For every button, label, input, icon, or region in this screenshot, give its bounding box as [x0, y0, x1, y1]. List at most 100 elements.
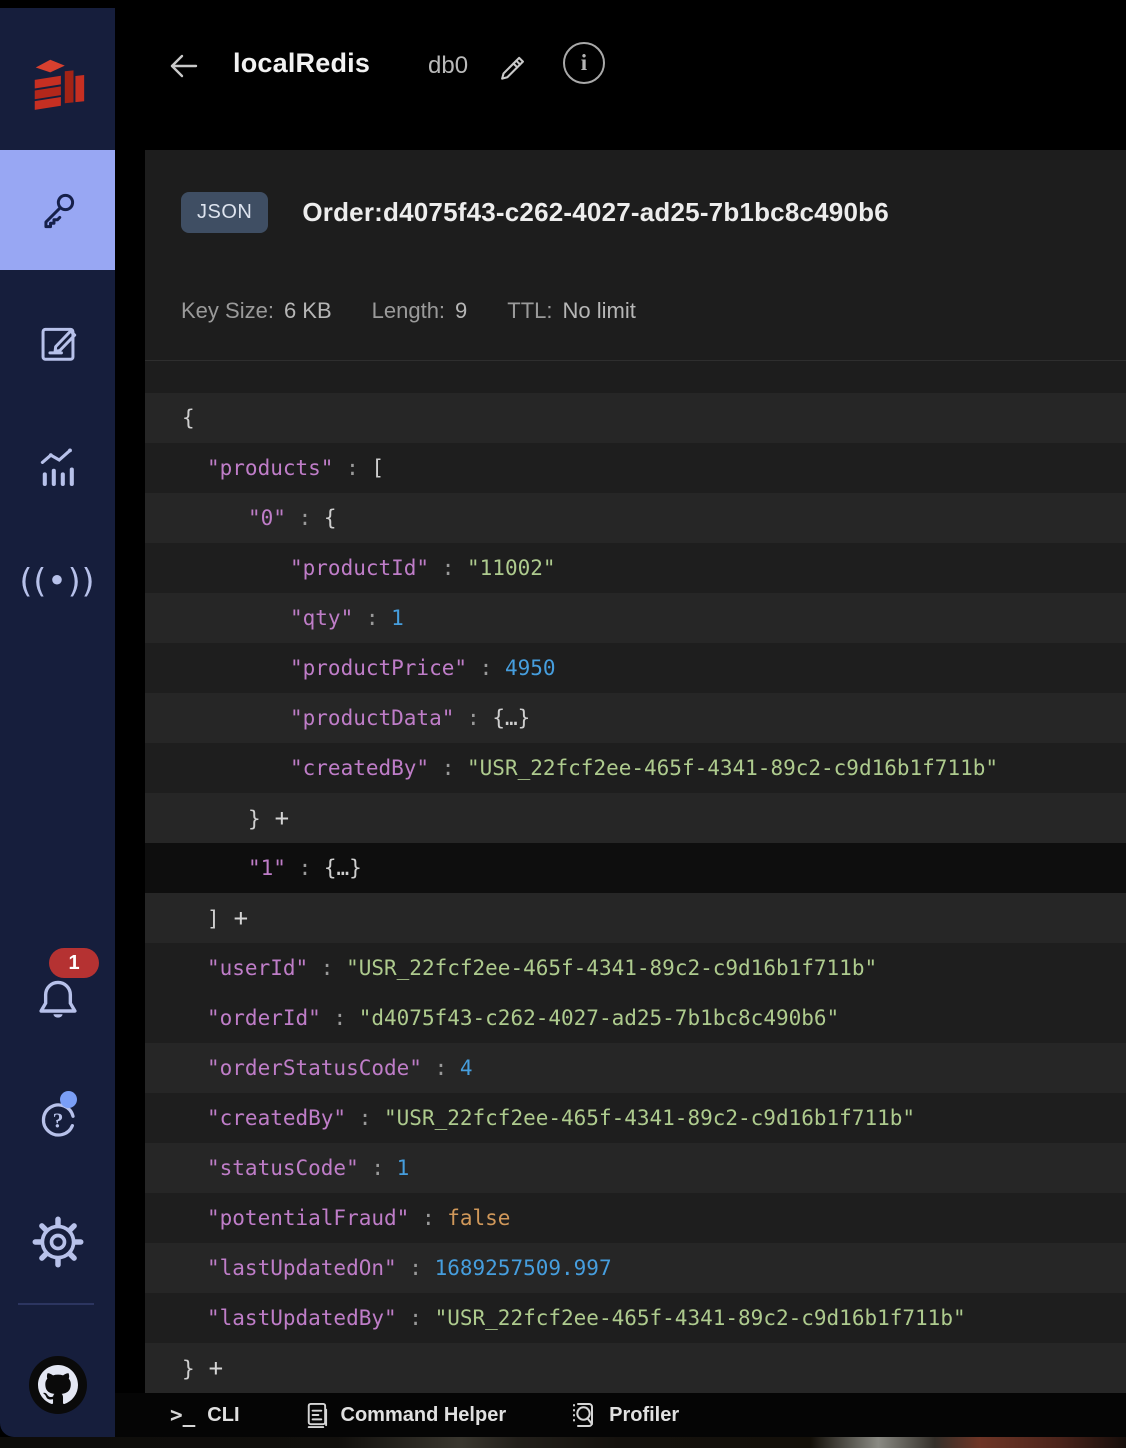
- json-value[interactable]: {…}: [492, 706, 530, 730]
- json-row[interactable]: "statusCode" : 1: [145, 1143, 1126, 1193]
- json-value[interactable]: "USR_22fcf2ee-465f-4341-89c2-c9d16b1f711…: [467, 756, 998, 780]
- profiler-label: Profiler: [609, 1403, 680, 1426]
- json-colon: :: [421, 1056, 460, 1080]
- json-row[interactable]: "potentialFraud" : false: [145, 1193, 1126, 1243]
- sidebar-item-help[interactable]: ?: [0, 1078, 115, 1162]
- key-size-label: Key Size:: [181, 298, 274, 323]
- json-row[interactable]: "createdBy" : "USR_22fcf2ee-465f-4341-89…: [145, 1093, 1126, 1143]
- sidebar-item-settings[interactable]: [0, 1200, 115, 1284]
- document-icon: [307, 1402, 327, 1428]
- json-colon: :: [409, 1206, 448, 1230]
- json-row[interactable]: "products" : [: [145, 443, 1126, 493]
- length-value: 9: [455, 298, 468, 323]
- cli-button[interactable]: >_ CLI: [170, 1403, 240, 1427]
- json-colon: :: [346, 1106, 385, 1130]
- json-value[interactable]: [: [371, 456, 384, 480]
- sidebar-item-pubsub[interactable]: ((•)): [0, 540, 115, 620]
- json-key: "createdBy": [207, 1106, 347, 1130]
- json-value[interactable]: "USR_22fcf2ee-465f-4341-89c2-c9d16b1f711…: [384, 1106, 915, 1130]
- profiler-icon: [573, 1403, 594, 1427]
- desktop-background-sliver: [0, 1437, 1126, 1448]
- json-value[interactable]: ]: [207, 907, 220, 931]
- json-value[interactable]: 1: [397, 1156, 410, 1180]
- json-value[interactable]: {: [324, 506, 337, 530]
- json-value[interactable]: "USR_22fcf2ee-465f-4341-89c2-c9d16b1f711…: [346, 956, 877, 980]
- json-colon: :: [285, 856, 324, 880]
- add-field-button[interactable]: +: [234, 904, 248, 932]
- json-value[interactable]: false: [447, 1206, 510, 1230]
- back-button[interactable]: [159, 42, 207, 90]
- command-helper-button[interactable]: Command Helper: [302, 1401, 507, 1430]
- json-key: "userId": [207, 956, 309, 980]
- panel-divider: [145, 360, 1126, 361]
- json-value[interactable]: {: [182, 406, 195, 430]
- json-key: "lastUpdatedOn": [207, 1256, 397, 1280]
- json-key: "orderStatusCode": [207, 1056, 422, 1080]
- svg-text:?: ?: [52, 1109, 63, 1133]
- cli-icon: >_: [170, 1403, 196, 1427]
- json-value[interactable]: "d4075f43-c262-4027-ad25-7b1bc8c490b6": [359, 1006, 839, 1030]
- github-icon: [28, 1356, 87, 1414]
- ttl-value[interactable]: No limit: [563, 298, 636, 324]
- json-value[interactable]: 1689257509.997: [435, 1256, 612, 1280]
- json-row[interactable]: "qty" : 1: [145, 593, 1126, 643]
- json-value[interactable]: }: [248, 807, 261, 831]
- json-key: "potentialFraud": [207, 1206, 410, 1230]
- json-value[interactable]: {…}: [324, 856, 362, 880]
- json-row[interactable]: ] +: [145, 893, 1126, 943]
- ttl-label: TTL:: [507, 298, 553, 323]
- json-row[interactable]: "orderId" : "d4075f43-c262-4027-ad25-7b1…: [145, 993, 1126, 1043]
- json-row[interactable]: "productPrice" : 4950: [145, 643, 1126, 693]
- json-row[interactable]: "0" : {: [145, 493, 1126, 543]
- workbench-icon: [41, 327, 76, 361]
- pubsub-icon: ((•)): [19, 560, 96, 600]
- key-type-badge: JSON: [181, 192, 269, 233]
- key-name[interactable]: Order:d4075f43-c262-4027-ad25-7b1bc8c490…: [302, 197, 889, 228]
- json-row[interactable]: {: [145, 393, 1126, 443]
- json-key: "productPrice": [290, 656, 468, 680]
- sidebar-item-analytics[interactable]: [0, 424, 115, 508]
- json-row[interactable]: "productId" : "11002": [145, 543, 1126, 593]
- json-colon: :: [353, 606, 392, 630]
- sidebar-item-workbench[interactable]: [0, 300, 115, 384]
- json-row[interactable]: "orderStatusCode" : 4: [145, 1043, 1126, 1093]
- sidebar-item-github[interactable]: [0, 1348, 115, 1422]
- json-value[interactable]: 4950: [505, 656, 556, 680]
- header: localRedis db0 i: [115, 0, 1126, 150]
- json-row[interactable]: "userId" : "USR_22fcf2ee-465f-4341-89c2-…: [145, 943, 1126, 993]
- analytics-icon: [40, 448, 74, 487]
- json-row[interactable]: "productData" : {…}: [145, 693, 1126, 743]
- json-value[interactable]: "11002": [467, 556, 556, 580]
- redis-logo: [0, 38, 115, 128]
- info-button[interactable]: i: [563, 42, 605, 84]
- redisinsight-window: ((•)) 1 ? localRedis db0 i JSON Order:d4…: [0, 0, 1126, 1448]
- json-key: "productData": [290, 706, 455, 730]
- json-value[interactable]: 1: [391, 606, 404, 630]
- command-helper-label: Command Helper: [340, 1403, 507, 1426]
- json-value[interactable]: }: [182, 1357, 195, 1381]
- json-row[interactable]: "lastUpdatedBy" : "USR_22fcf2ee-465f-434…: [145, 1293, 1126, 1343]
- sidebar-item-notifications[interactable]: 1: [0, 948, 115, 1044]
- json-key: "lastUpdatedBy": [207, 1306, 397, 1330]
- profiler-button[interactable]: Profiler: [568, 1400, 679, 1430]
- edit-database-button[interactable]: [493, 44, 533, 84]
- json-row[interactable]: } +: [145, 793, 1126, 843]
- json-value[interactable]: "USR_22fcf2ee-465f-4341-89c2-c9d16b1f711…: [435, 1306, 966, 1330]
- json-key: "createdBy": [290, 756, 430, 780]
- json-key: "orderId": [207, 1006, 321, 1030]
- json-value[interactable]: 4: [460, 1056, 473, 1080]
- sidebar-divider: [18, 1303, 94, 1305]
- sidebar-item-browser[interactable]: [0, 150, 115, 270]
- add-field-button[interactable]: +: [209, 1354, 223, 1382]
- json-colon: :: [320, 1006, 359, 1030]
- json-row[interactable]: "1" : {…}: [145, 843, 1126, 893]
- json-viewer: {"products" : ["0" : {"productId" : "110…: [145, 393, 1126, 1393]
- json-row[interactable]: "lastUpdatedOn" : 1689257509.997: [145, 1243, 1126, 1293]
- json-row[interactable]: } +: [145, 1343, 1126, 1393]
- json-colon: :: [333, 456, 372, 480]
- json-row[interactable]: "createdBy" : "USR_22fcf2ee-465f-4341-89…: [145, 743, 1126, 793]
- bell-icon: [38, 980, 77, 1018]
- json-colon: :: [308, 956, 347, 980]
- add-field-button[interactable]: +: [275, 804, 289, 832]
- json-key: "products": [207, 456, 334, 480]
